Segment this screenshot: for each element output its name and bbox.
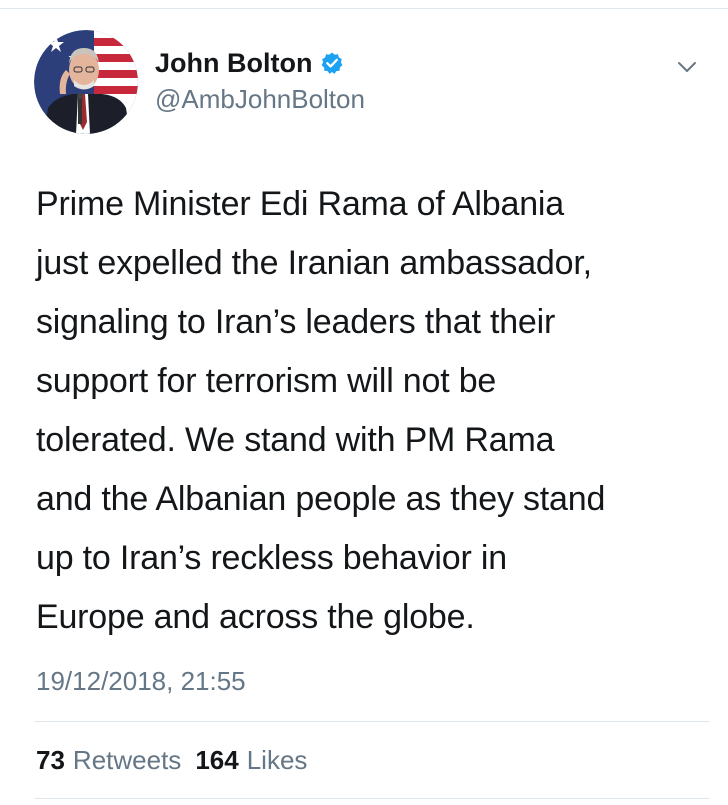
chevron-down-icon[interactable]	[675, 54, 699, 78]
retweets-count: 73	[36, 745, 65, 775]
likes-count: 164	[195, 745, 239, 775]
author-name-row: John Bolton	[155, 45, 344, 81]
divider-bottom	[34, 798, 710, 799]
retweets-label: Retweets	[72, 745, 182, 775]
avatar[interactable]	[34, 30, 138, 134]
profile-photo-icon	[34, 30, 138, 134]
likes-label: Likes	[246, 745, 308, 775]
verified-badge-icon	[320, 51, 344, 75]
tweet-text: Prime Minister Edi Rama of Albania just …	[36, 185, 606, 636]
divider	[34, 721, 710, 722]
likes-stat[interactable]: 164 Likes	[195, 742, 307, 778]
author-handle[interactable]: @AmbJohnBolton	[155, 82, 365, 116]
tweet-card: John Bolton @AmbJohnBolton Prime Ministe…	[0, 0, 728, 805]
display-name[interactable]: John Bolton	[155, 45, 312, 81]
retweets-stat[interactable]: 73 Retweets	[36, 742, 181, 778]
tweet-timestamp[interactable]: 19/12/2018, 21:55	[36, 663, 246, 699]
tweet-stats: 73 Retweets 164 Likes	[36, 742, 307, 778]
